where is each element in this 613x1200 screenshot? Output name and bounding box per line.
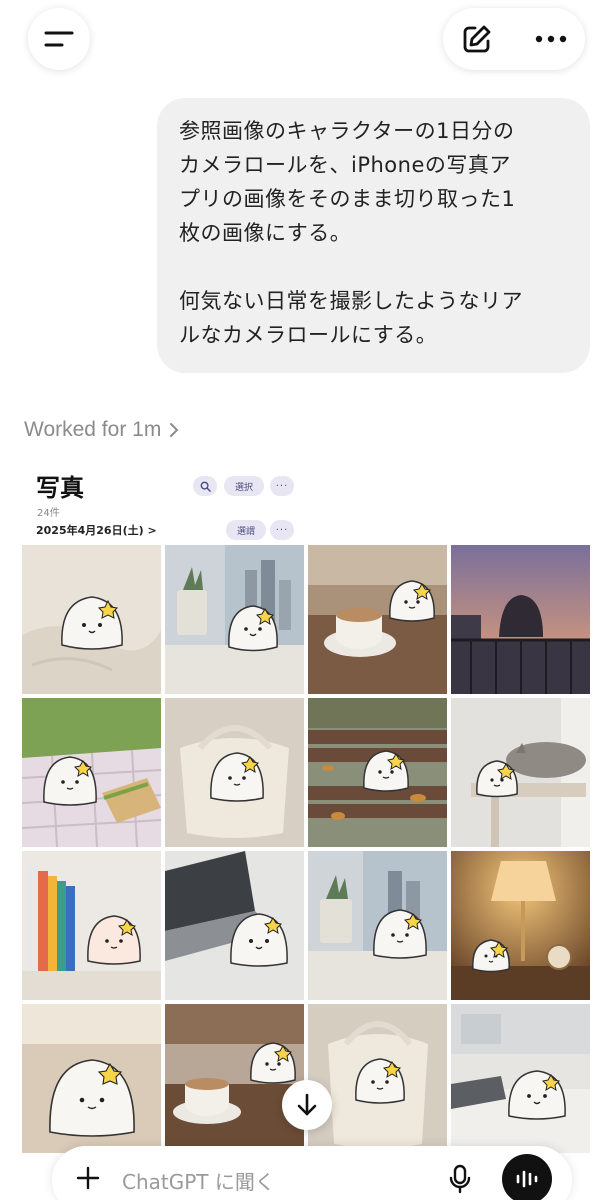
photo-sunset-balcony [451,545,590,694]
voice-mode-button[interactable] [502,1154,552,1200]
photo-laptop [165,851,304,1000]
worked-for-toggle[interactable]: Worked for 1m [24,418,179,442]
menu-button[interactable] [28,8,90,70]
composer-bar: ChatGPT に聞く [52,1146,572,1200]
photos-select-button: 選択 [224,476,264,496]
message-line: 枚の画像にする。 [179,221,352,245]
photo-grid [22,545,592,1153]
photos-select-button-2: 選謂 [226,520,266,540]
header-actions [443,8,585,70]
compose-icon [463,25,491,53]
photo-cafe-coffee [165,1004,304,1153]
photo-cat [451,698,590,847]
arrow-down-icon [297,1093,317,1116]
attach-button[interactable] [72,1162,104,1194]
photo-sunlit-closeup [22,1004,161,1153]
photos-date: 2025年4月26日(土) > [36,524,157,537]
microphone-icon [449,1164,471,1194]
dictate-button[interactable] [444,1162,476,1196]
message-line: カメラロールを、iPhoneの写真ア [179,153,511,177]
search-icon [200,481,211,492]
waveform-icon [516,1170,538,1188]
message-line: 参照画像のキャラクターの1日分の [179,119,515,143]
more-button[interactable] [529,17,573,61]
photos-count: 24件 [37,508,60,519]
photo-bed [22,545,161,694]
menu-icon [44,31,74,47]
plus-icon [76,1166,100,1190]
message-line: 何気ない日常を撮影したようなリア [179,289,523,313]
more-icon [535,35,567,43]
user-message-bubble: 参照画像のキャラクターの1日分の カメラロールを、iPhoneの写真ア プリの画… [157,98,590,373]
photo-desk [451,1004,590,1153]
scroll-down-button[interactable] [282,1080,332,1130]
generated-image[interactable]: 写真 24件 2025年4月26日(土) > 選択 ··· 選謂 ··· [22,460,592,1153]
photo-tote-bag [165,698,304,847]
photos-search-button [193,476,217,496]
photo-lamp-night [451,851,590,1000]
photo-window-plant [165,545,304,694]
message-line: プリの画像をそのまま切り取った1 [179,187,516,211]
top-bar [0,0,613,80]
photo-tote-bag-2 [308,1004,447,1153]
chevron-right-icon [170,423,179,437]
chat-input[interactable]: ChatGPT に聞く [122,1166,275,1195]
photo-window-plant-2 [308,851,447,1000]
photos-title: 写真 [36,474,84,502]
compose-button[interactable] [455,17,499,61]
photos-more-button-2: ··· [270,520,294,540]
photo-coffee [308,545,447,694]
worked-for-label: Worked for 1m [24,418,162,441]
photo-picnic [22,698,161,847]
photo-bench-leaves [308,698,447,847]
message-line: ルなカメラロールにする。 [179,323,438,347]
photo-bookshelf [22,851,161,1000]
photos-more-button: ··· [270,476,294,496]
